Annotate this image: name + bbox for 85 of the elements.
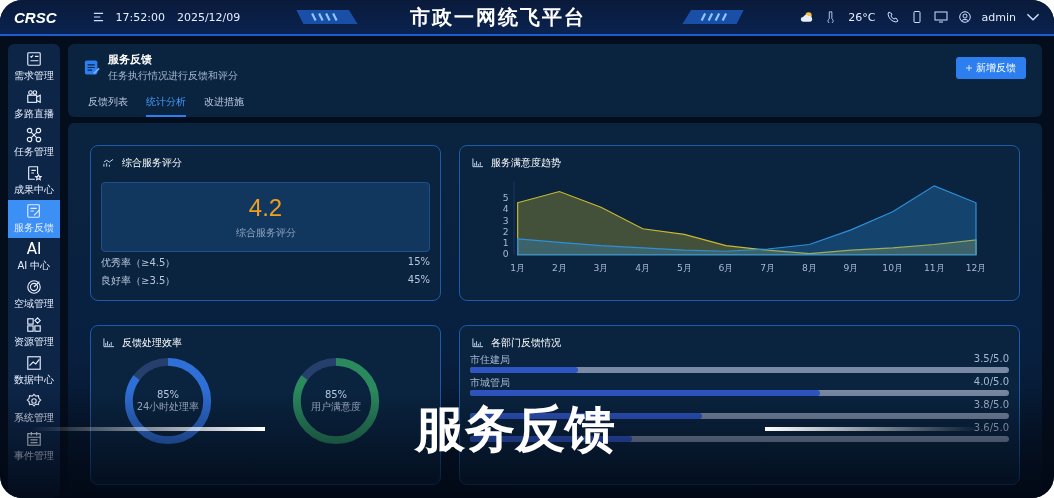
axis-tick: 4 (502, 203, 509, 215)
sidebar-item[interactable]: 任务管理 (8, 124, 60, 162)
score-value: 4.2 (248, 194, 283, 222)
bar-chart-icon (103, 338, 114, 348)
department-score: 3.6/5.0 (973, 422, 1009, 434)
sidebar-item[interactable]: 事件管理 (8, 428, 60, 466)
page-subtitle: 任务执行情况进行反馈和评分 (108, 69, 238, 83)
drone-icon (26, 127, 42, 143)
plus-icon (966, 64, 972, 71)
trend-icon (103, 158, 114, 168)
axis-tick: 5月 (676, 262, 692, 274)
sidebar-item[interactable]: 空域管理 (8, 276, 60, 314)
bar-chart-icon (472, 158, 483, 168)
page-title: 服务反馈 (108, 52, 153, 67)
tab[interactable]: 统计分析 (146, 89, 186, 117)
stripes-drawing (682, 10, 745, 24)
department-name: 市城管局 (470, 376, 510, 388)
score-label: 综合服务评分 (235, 226, 296, 240)
rate-value: 15% (407, 256, 430, 269)
app-title: 市政一网统飞平台 (409, 3, 588, 31)
time: 17:52:00 (115, 10, 165, 24)
card-title: 各部门反馈情况 (491, 336, 561, 350)
chevron-down-icon[interactable] (1026, 11, 1040, 23)
rate-label: 良好率（≥3.5） (101, 274, 176, 288)
sidebar-item[interactable]: 成果中心 (8, 162, 60, 200)
department-name: 市住建局 (470, 353, 510, 365)
department-score: 3.5/5.0 (973, 353, 1009, 365)
rate-label: 优秀率（≥4.5） (101, 256, 176, 270)
cloud-sun-icon (800, 11, 815, 23)
target-icon (26, 279, 42, 295)
logo: CRSC (14, 8, 57, 26)
card-title: 服务满意度趋势 (491, 156, 561, 170)
stripes-drawing (296, 10, 359, 24)
gear-icon (26, 393, 42, 409)
sidebar-item[interactable]: 资源管理 (8, 314, 60, 352)
rate-value: 45% (407, 274, 430, 287)
department-score: 3.8/5.0 (973, 399, 1009, 411)
axis-tick: 11月 (924, 262, 945, 274)
document-edit-icon (84, 59, 100, 76)
axis-tick: 3 (502, 214, 509, 226)
phone-icon[interactable] (885, 11, 900, 23)
axis-tick: 9月 (843, 262, 859, 274)
axis-tick: 8月 (801, 262, 817, 274)
tab[interactable]: 反馈列表 (88, 89, 128, 117)
shapes-icon (26, 317, 42, 333)
camera-icon (26, 89, 42, 105)
checklist-icon (26, 51, 42, 67)
menu-icon[interactable] (92, 11, 104, 23)
add-feedback-button[interactable]: 新增反馈 (956, 56, 1026, 79)
card-title: 反馈处理效率 (122, 336, 182, 350)
axis-tick: 12月 (965, 262, 987, 274)
axis-tick: 4月 (635, 262, 651, 274)
axis-tick: 1月 (510, 262, 526, 274)
axis-tick: 6月 (718, 262, 734, 274)
calendar-icon (26, 431, 42, 447)
doc-star-icon (26, 165, 42, 181)
tab[interactable]: 改进措施 (204, 89, 244, 117)
ring-label: 24小时处理率 (136, 399, 200, 414)
axis-tick: 0 (502, 248, 509, 260)
axis-tick: 1 (502, 237, 509, 249)
axis-tick: 3月 (593, 262, 609, 274)
user-name[interactable]: admin (981, 10, 1016, 24)
sidebar-item[interactable]: 需求管理 (8, 48, 60, 86)
date: 2025/12/09 (176, 10, 241, 24)
sidebar-item[interactable]: AI AI 中心 (8, 238, 60, 276)
sidebar-item[interactable]: 数据中心 (8, 352, 60, 390)
ring-label: 用户满意度 (311, 399, 361, 414)
card-title: 综合服务评分 (122, 156, 182, 170)
chart-icon (26, 355, 42, 371)
department-score: 4.0/5.0 (973, 376, 1009, 388)
edit-icon (26, 203, 42, 219)
user-icon[interactable] (957, 11, 972, 23)
sidebar-item[interactable]: 系统管理 (8, 390, 60, 428)
ring-value: 85% (156, 388, 180, 400)
caption-title: 服务反馈 (415, 402, 615, 456)
axis-tick: 5 (502, 192, 509, 203)
axis-tick: 2 (502, 225, 509, 237)
sidebar-item[interactable]: 多路直播 (8, 86, 60, 124)
axis-tick: 10月 (882, 262, 903, 274)
axis-tick: 2月 (551, 262, 567, 274)
ring-value: 85% (324, 388, 348, 400)
temperature: 26°C (848, 10, 876, 24)
axis-tick: 7月 (760, 262, 776, 274)
bar-chart-icon (472, 338, 483, 348)
monitor-icon[interactable] (933, 11, 948, 23)
